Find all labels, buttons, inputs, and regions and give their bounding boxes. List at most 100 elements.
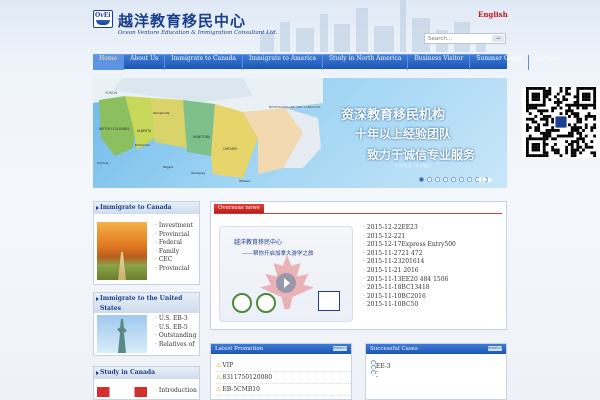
list-item[interactable]: Introduction: [155, 387, 197, 396]
list-item[interactable]: U.S. EB-5: [155, 324, 196, 333]
search-go-icon[interactable]: →: [492, 35, 504, 42]
list-item[interactable]: Provincial: [155, 265, 193, 274]
video-subtitle: ——帮你开启加拿大游学之旅: [242, 251, 314, 257]
map-label-ottawa: Ottawa: [239, 179, 250, 183]
slide-dot[interactable]: [467, 177, 472, 182]
canada-flag-image: [97, 387, 147, 397]
nav-item-immigrate-canada[interactable]: Immigrate to Canada: [165, 55, 243, 70]
search-input[interactable]: [425, 34, 491, 43]
arrow-right-icon: [96, 206, 99, 210]
nav-item-about-us[interactable]: About Us: [124, 55, 166, 70]
list-item[interactable]: Outstanding: [155, 332, 197, 341]
tab-overseas-news[interactable]: Overseas news: [214, 204, 264, 213]
brand-title-en: Ocean Venture Education & Immigration Co…: [118, 30, 278, 36]
news-item[interactable]: 2015-11-21 2016: [363, 267, 456, 276]
list-item[interactable]: CEC: [155, 256, 193, 265]
slide-indicators: [419, 177, 488, 182]
list-item[interactable]: EE-3: [371, 360, 391, 370]
warning-icon: ⚠: [216, 374, 222, 381]
pause-icon[interactable]: [479, 177, 485, 182]
map-label-winnipeg: Winnipeg: [191, 171, 205, 175]
box-header: Successful Cases more>>: [366, 344, 506, 354]
warning-icon: ⚠: [216, 386, 222, 393]
logo-letters: OvEi: [95, 12, 111, 19]
map-label-edmonton: Edmonton: [135, 143, 150, 147]
slide-dot[interactable]: [459, 177, 464, 182]
panel-header[interactable]: Study in Canada: [94, 367, 199, 379]
panel-title: Study in Canada: [100, 369, 155, 376]
slide-dot[interactable]: [451, 177, 456, 182]
play-icon[interactable]: [276, 273, 296, 293]
slide-dot[interactable]: [419, 177, 424, 182]
list-item[interactable]: Federal: [155, 239, 193, 248]
qr-code-image: [522, 86, 600, 158]
box-title: Successful Cases: [370, 346, 418, 352]
news-item[interactable]: 2015-12-17Express Entry500: [363, 241, 456, 250]
list-item[interactable]: Relatives of: [155, 341, 196, 350]
map-label-bc: BRITISH COLUMBIA: [99, 127, 130, 131]
news-item[interactable]: 2015-11-10BC2016: [363, 293, 456, 302]
slide-dot[interactable]: [435, 177, 440, 182]
list-item-label: 8311750120080: [222, 374, 273, 381]
banner-subtitle: 十年专注 · 专业服务: [395, 163, 431, 168]
panel-immigrate-usa: Immigrate to the United States U.S. EB-3…: [93, 292, 200, 356]
arrow-right-icon: [96, 297, 99, 301]
map-label-ontario: ONTARIO: [223, 147, 238, 151]
list-item[interactable]: U.S. EB-3: [155, 315, 196, 324]
canada-map-image: YUKON BRITISH COLUMBIA ALBERTA MANITOBA …: [93, 78, 323, 183]
panel-header[interactable]: Immigrate to the United States: [94, 293, 199, 313]
more-button[interactable]: more>>: [488, 346, 503, 351]
map-label-yukon: YUKON: [105, 91, 118, 95]
news-item[interactable]: 2015-11-10BC50: [363, 301, 456, 310]
list-item[interactable]: Family: [155, 248, 193, 257]
map-label-yellowknife: Yellowknife: [153, 111, 170, 115]
autumn-road-image: [97, 222, 147, 280]
arrow-right-icon: [96, 371, 99, 375]
logo[interactable]: OvEi: [93, 10, 113, 28]
more-button[interactable]: more>>: [333, 346, 348, 351]
nav-item-services[interactable]: Services: [529, 55, 567, 70]
news-item[interactable]: 2015-11-18BC13418: [363, 284, 456, 293]
nav-item-summer-camp[interactable]: Summer Camp: [470, 55, 529, 70]
banner-slogan-2: 十年以上经验团队: [355, 127, 452, 141]
map-label-alberta: ALBERTA: [137, 129, 152, 133]
list-item-label: EB-5CMB10: [222, 386, 260, 393]
nav-item-immigrate-america[interactable]: Immigrate to America: [243, 55, 324, 70]
news-item[interactable]: 2015-11-23201614: [363, 258, 456, 267]
search-box: →: [424, 33, 506, 44]
logo-icon: [318, 291, 340, 311]
video-title: 越洋教育移民中心: [234, 239, 283, 246]
main-nav: Home About Us Immigrate to Canada Immigr…: [93, 54, 561, 70]
news-item[interactable]: 2015-11-13EE20 484 1506: [363, 276, 456, 285]
news-item[interactable]: 2015-12-221: [363, 233, 456, 242]
news-item[interactable]: 2015-12-22EE23: [363, 224, 456, 233]
list-item-label: VIP: [222, 362, 234, 369]
box-title: Latest Promotion: [215, 346, 264, 352]
nav-item-business-visitor[interactable]: Business Visitor: [408, 55, 471, 70]
map-label-manitoba: MANITOBA: [193, 135, 211, 139]
overseas-news-panel: Overseas news 越洋教育移民中心 ——帮你开启加拿大游学之旅 201…: [210, 201, 507, 330]
logo-wave-icon: [96, 20, 110, 25]
statue-of-liberty-image: [97, 315, 147, 353]
badge-icon: [232, 293, 252, 313]
hero-banner[interactable]: YUKON BRITISH COLUMBIA ALBERTA MANITOBA …: [93, 78, 507, 188]
list-item[interactable]: ⚠VIP: [216, 360, 351, 372]
warning-icon: ⚠: [216, 362, 222, 369]
list-item[interactable]: ⚠8311750120080: [216, 372, 351, 384]
slide-dot[interactable]: [443, 177, 448, 182]
nav-item-home[interactable]: Home: [93, 55, 125, 70]
list-item[interactable]: Provincial: [155, 231, 193, 240]
panel-header[interactable]: Immigrate to Canada: [94, 202, 199, 214]
successful-cases-box: Successful Cases more>> EE-3 - -: [365, 343, 507, 400]
language-link-english[interactable]: English: [478, 10, 508, 19]
banner-slogan-1: 资深教育移民机构: [341, 108, 446, 123]
list-item[interactable]: ⚠EB-5CMB10: [216, 384, 351, 396]
slide-dot[interactable]: [427, 177, 432, 182]
news-item[interactable]: 2015-11-2721 472: [363, 250, 456, 259]
list-item[interactable]: Investment: [155, 222, 193, 231]
nav-item-study-north-america[interactable]: Study in North America: [323, 55, 409, 70]
next-slide-icon[interactable]: [488, 177, 493, 183]
map-label-regina: Regina: [163, 165, 173, 169]
promo-video[interactable]: 越洋教育移民中心 ——帮你开启加拿大游学之旅: [219, 226, 353, 322]
panel-study-canada: Study in Canada Introduction: [93, 366, 200, 400]
